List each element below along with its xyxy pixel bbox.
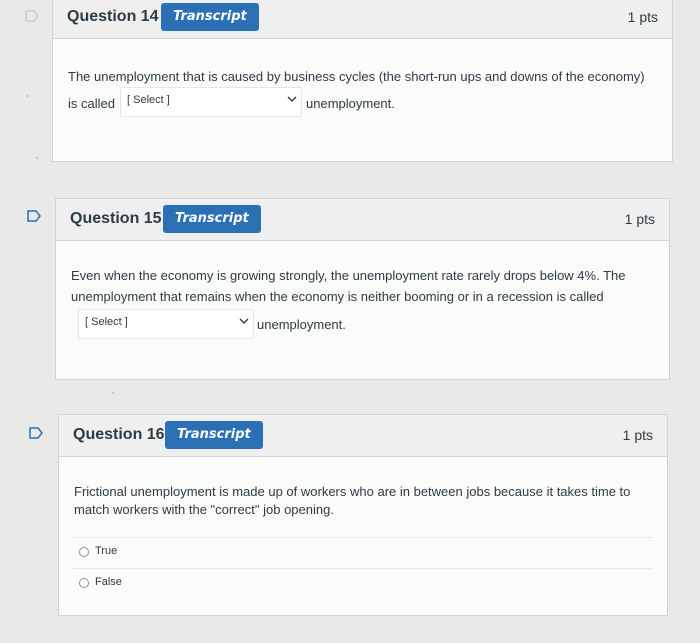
- answer-select[interactable]: [ Select ]: [78, 309, 254, 339]
- speck: [112, 392, 114, 394]
- flag-outline-icon[interactable]: [29, 427, 43, 439]
- transcript-button[interactable]: Transcript: [161, 3, 259, 31]
- radio-unchecked-icon[interactable]: [79, 578, 89, 588]
- answer-select[interactable]: [ Select ]: [120, 87, 302, 117]
- select-placeholder: [ Select ]: [85, 316, 128, 328]
- question-title: Question 14: [67, 8, 159, 25]
- flag-outline-icon[interactable]: [27, 210, 41, 222]
- question-header: Question 14 Transcript 1 pts: [53, 0, 672, 39]
- speck: [26, 95, 28, 97]
- flag-outline-icon[interactable]: [25, 10, 39, 22]
- question-text-line-2: match workers with the "correct" job ope…: [74, 502, 334, 517]
- question-points: 1 pts: [622, 427, 653, 443]
- option-label: True: [95, 545, 118, 557]
- option-label: False: [95, 576, 122, 588]
- answer-option-true[interactable]: True: [73, 537, 653, 568]
- question-title: Question 16: [73, 426, 165, 443]
- question-text-prefix: is called: [68, 96, 115, 111]
- question-card-16: Question 16 Transcript 1 pts Frictional …: [58, 414, 668, 616]
- question-text-suffix: unemployment.: [306, 96, 395, 111]
- question-card-14: Question 14 Transcript 1 pts The unemplo…: [52, 0, 673, 162]
- transcript-button[interactable]: Transcript: [163, 205, 261, 233]
- transcript-button[interactable]: Transcript: [165, 421, 263, 449]
- question-header: Question 16 Transcript 1 pts: [59, 415, 667, 457]
- chevron-down-icon: [239, 318, 249, 324]
- question-points: 1 pts: [624, 211, 655, 227]
- speck: [36, 157, 38, 159]
- question-text-line-1: Even when the economy is growing strongl…: [71, 268, 626, 283]
- question-points: 1 pts: [627, 9, 658, 25]
- question-card-15: Question 15 Transcript 1 pts Even when t…: [55, 198, 670, 380]
- chevron-down-icon: [287, 96, 297, 102]
- question-text-line-2: unemployment that remains when the econo…: [71, 289, 604, 304]
- question-text-suffix: unemployment.: [257, 317, 346, 332]
- question-text-line-1: The unemployment that is caused by busin…: [68, 69, 645, 84]
- question-title: Question 15: [70, 210, 162, 227]
- answer-option-false[interactable]: False: [73, 568, 653, 599]
- radio-unchecked-icon[interactable]: [79, 547, 89, 557]
- select-placeholder: [ Select ]: [127, 94, 170, 106]
- question-header: Question 15 Transcript 1 pts: [56, 199, 669, 241]
